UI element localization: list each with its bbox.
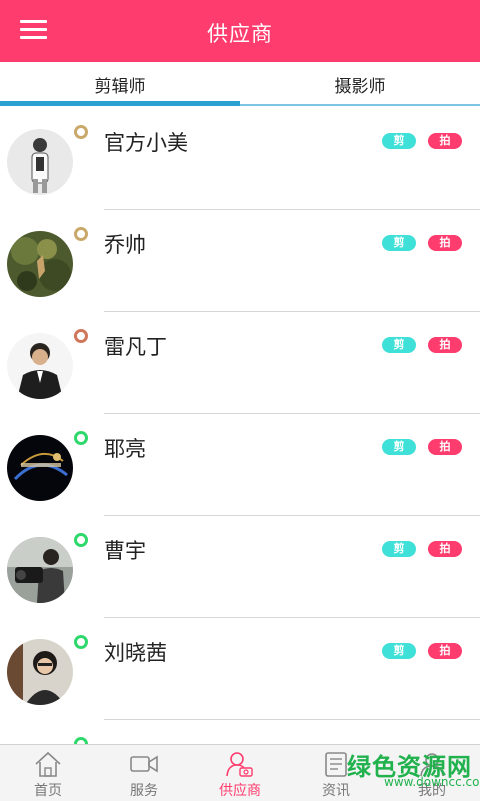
status-dot (74, 635, 88, 649)
cut-badge: 剪 (382, 337, 416, 353)
status-dot (74, 227, 88, 241)
supplier-name: 曹宇 (104, 539, 146, 563)
avatar (7, 333, 73, 399)
cut-badge: 剪 (382, 541, 416, 557)
tab-divider-line (240, 104, 480, 106)
supplier-item[interactable]: 曹宇 剪 拍 (0, 516, 480, 618)
status-dot (74, 125, 88, 139)
avatar (7, 435, 73, 501)
avatar (7, 537, 73, 603)
supplier-icon (226, 752, 253, 777)
supplier-item[interactable]: 雷凡丁 剪 拍 (0, 312, 480, 414)
supplier-name: 刘晓茜 (104, 641, 167, 665)
nav-label: 服务 (130, 783, 158, 799)
home-icon (35, 751, 61, 777)
tab-photographer[interactable]: 摄影师 (240, 62, 480, 108)
supplier-item[interactable]: 乔帅 剪 拍 (0, 210, 480, 312)
avatar (7, 231, 73, 297)
shoot-badge: 拍 (428, 439, 462, 455)
supplier-name: 乔帅 (104, 233, 146, 257)
cut-badge: 剪 (382, 643, 416, 659)
shoot-badge: 拍 (428, 643, 462, 659)
nav-label: 首页 (34, 783, 62, 799)
page-title: 供应商 (207, 22, 273, 46)
shoot-badge: 拍 (428, 541, 462, 557)
watermark: 绿色资源网 www.downcc.com (344, 745, 480, 800)
status-dot (74, 431, 88, 445)
app-header: 供应商 (0, 0, 480, 62)
supplier-item[interactable]: 耶亮 剪 拍 (0, 414, 480, 516)
supplier-item[interactable]: 刘晓茜 剪 拍 (0, 618, 480, 720)
avatar (7, 639, 73, 705)
supplier-item-partial[interactable] (0, 720, 480, 744)
status-dot (74, 737, 88, 744)
status-dot (74, 533, 88, 547)
video-camera-icon (130, 755, 158, 773)
shoot-badge: 拍 (428, 235, 462, 251)
supplier-name: 雷凡丁 (104, 335, 167, 359)
avatar (7, 129, 73, 195)
cut-badge: 剪 (382, 439, 416, 455)
tab-bar: 剪辑师 摄影师 (0, 62, 480, 108)
cut-badge: 剪 (382, 235, 416, 251)
shoot-badge: 拍 (428, 133, 462, 149)
nav-service[interactable]: 服务 (96, 745, 192, 801)
shoot-badge: 拍 (428, 337, 462, 353)
nav-home[interactable]: 首页 (0, 745, 96, 801)
supplier-list: 官方小美 剪 拍 乔帅 剪 拍 雷凡丁 剪 拍 耶亮 剪 拍 曹宇 剪 拍 刘晓… (0, 108, 480, 744)
supplier-item[interactable]: 官方小美 剪 拍 (0, 108, 480, 210)
watermark-url: www.downcc.com (384, 775, 480, 789)
status-dot (74, 329, 88, 343)
supplier-name: 官方小美 (104, 131, 188, 155)
cut-badge: 剪 (382, 133, 416, 149)
supplier-name: 耶亮 (104, 437, 146, 461)
nav-label: 供应商 (219, 783, 261, 799)
tab-active-indicator (0, 101, 240, 106)
nav-supplier[interactable]: 供应商 (192, 745, 288, 801)
